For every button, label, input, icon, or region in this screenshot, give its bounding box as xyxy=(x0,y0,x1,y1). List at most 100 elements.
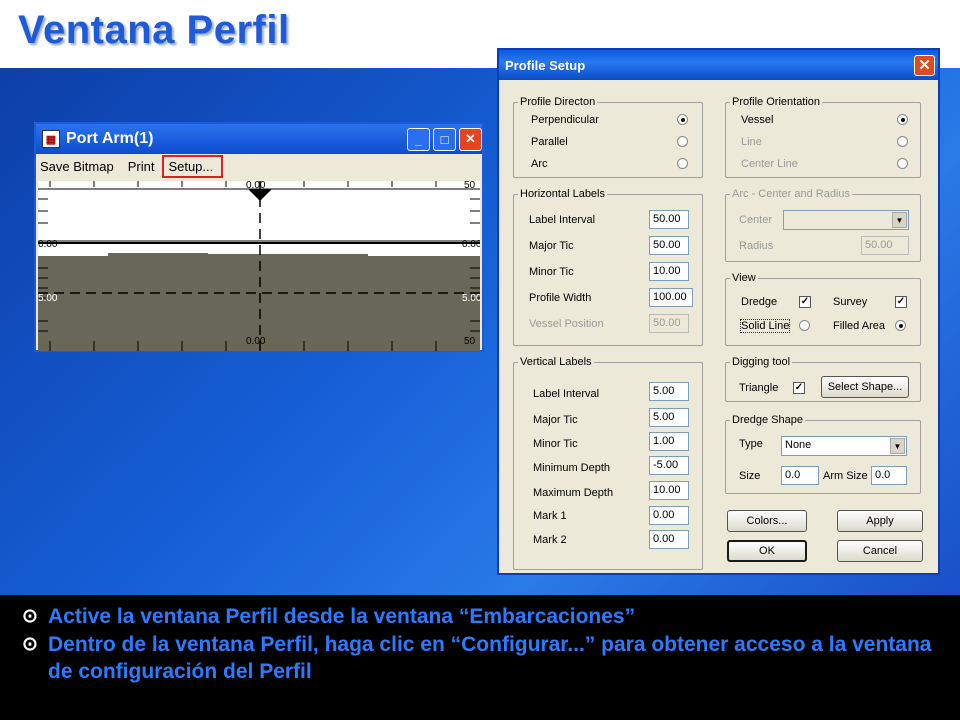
radio-arc[interactable] xyxy=(677,158,688,169)
h-major-tic-label: Major Tic xyxy=(529,240,574,252)
arm-size-input[interactable]: 0.0 xyxy=(871,466,907,485)
profile-plot: 0.00 50 0.00 5.00 0.00 5.00 0.00 50 xyxy=(38,181,480,351)
h-label-interval-input[interactable]: 50.00 xyxy=(649,210,689,229)
view-dredge-checkbox[interactable]: ✓ xyxy=(799,296,811,308)
minimum-depth-input[interactable]: -5.00 xyxy=(649,456,689,475)
bullet-icon: ⊙ xyxy=(22,634,38,655)
mark-2-label: Mark 2 xyxy=(533,534,567,546)
h-minor-tic-input[interactable]: 10.00 xyxy=(649,262,689,281)
maximum-depth-input[interactable]: 10.00 xyxy=(649,481,689,500)
view-group: View xyxy=(725,272,921,346)
group-legend: Profile Directon xyxy=(520,96,596,108)
colors-button[interactable]: Colors... xyxy=(727,510,807,532)
v-major-tic-label: Major Tic xyxy=(533,414,578,426)
radio-perpendicular[interactable] xyxy=(677,114,688,125)
view-filled-area-radio[interactable] xyxy=(895,320,906,331)
ok-button[interactable]: OK xyxy=(727,540,807,562)
profile-setup-dialog: Profile Setup ✕ Profile Directon Perpend… xyxy=(497,48,940,575)
triangle-label: Triangle xyxy=(739,382,779,394)
vessel-position-label: Vessel Position xyxy=(529,318,604,330)
dredge-type-select[interactable]: None ▼ xyxy=(781,436,907,456)
h-major-tic-input[interactable]: 50.00 xyxy=(649,236,689,255)
tick-right-lower: 5.00 xyxy=(462,293,480,304)
group-legend: Dredge Shape xyxy=(732,414,803,426)
option-arc: Arc xyxy=(531,158,548,170)
arc-center-select[interactable]: ▼ xyxy=(783,210,909,230)
app-icon: ▦ xyxy=(42,130,60,148)
radio-center-line[interactable] xyxy=(897,158,908,169)
menu-save-bitmap[interactable]: Save Bitmap xyxy=(40,159,114,174)
tick-top-center: 0.00 xyxy=(246,181,266,191)
v-minor-tic-label: Minor Tic xyxy=(533,438,578,450)
option-line: Line xyxy=(741,136,762,148)
bullet-text: Active la ventana Perfil desde la ventan… xyxy=(48,605,636,628)
triangle-checkbox[interactable]: ✓ xyxy=(793,382,805,394)
bullet-item: ⊙ Active la ventana Perfil desde la vent… xyxy=(22,603,960,630)
menu-print[interactable]: Print xyxy=(128,159,155,174)
dredge-type-value: None xyxy=(785,439,812,451)
close-icon[interactable]: ✕ xyxy=(914,54,935,76)
arc-center-label: Center xyxy=(739,214,773,226)
profile-setup-titlebar[interactable]: Profile Setup ✕ xyxy=(499,50,938,80)
profile-setup-title: Profile Setup xyxy=(505,57,586,73)
h-minor-tic-label: Minor Tic xyxy=(529,266,574,278)
view-dredge-label: Dredge xyxy=(741,296,778,308)
bullet-icon: ⊙ xyxy=(22,606,38,627)
h-label-interval-label: Label Interval xyxy=(529,214,596,226)
group-legend: Vertical Labels xyxy=(520,356,592,368)
v-label-interval-input[interactable]: 5.00 xyxy=(649,382,689,401)
option-perpendicular: Perpendicular xyxy=(531,114,599,126)
option-vessel: Vessel xyxy=(741,114,774,126)
tick-top-right: 50 xyxy=(464,181,476,191)
bullet-text: Dentro de la ventana Perfil, haga clic e… xyxy=(48,633,932,683)
tick-bottom-center: 0.00 xyxy=(246,336,266,347)
group-legend: Profile Orientation xyxy=(732,96,821,108)
arc-radius-input[interactable]: 50.00 xyxy=(861,236,909,255)
group-legend: View xyxy=(732,272,756,284)
option-center-line: Center Line xyxy=(741,158,798,170)
group-legend: Digging tool xyxy=(732,356,791,368)
radio-parallel[interactable] xyxy=(677,136,688,147)
view-solid-line-radio[interactable] xyxy=(799,320,810,331)
v-minor-tic-input[interactable]: 1.00 xyxy=(649,432,689,451)
option-parallel: Parallel xyxy=(531,136,568,148)
slide-title: Ventana Perfil xyxy=(18,8,290,52)
minimize-icon[interactable]: _ xyxy=(407,127,430,151)
group-legend: Arc - Center and Radius xyxy=(732,188,850,200)
view-survey-label: Survey xyxy=(833,296,868,308)
port-arm-window: ▦ Port Arm(1) _ □ ✕ Save Bitmap Print Se… xyxy=(34,122,484,352)
notes-bar: ⊙ Active la ventana Perfil desde la vent… xyxy=(0,595,960,720)
tick-left-upper: 0.00 xyxy=(38,239,58,250)
arc-radius-label: Radius xyxy=(739,240,774,252)
view-solid-line-label: Solid Line xyxy=(739,319,791,333)
select-shape-button[interactable]: Select Shape... xyxy=(821,376,909,398)
menu-setup[interactable]: Setup... xyxy=(162,154,224,178)
port-arm-menubar: Save Bitmap Print Setup... xyxy=(36,154,482,178)
close-icon[interactable]: ✕ xyxy=(459,127,482,151)
radio-line[interactable] xyxy=(897,136,908,147)
dredge-size-label: Size xyxy=(739,470,761,482)
group-legend: Horizontal Labels xyxy=(520,188,605,200)
apply-button[interactable]: Apply xyxy=(837,510,923,532)
cancel-button[interactable]: Cancel xyxy=(837,540,923,562)
v-major-tic-input[interactable]: 5.00 xyxy=(649,408,689,427)
dredge-size-input[interactable]: 0.0 xyxy=(781,466,819,485)
vessel-position-input[interactable]: 50.00 xyxy=(649,314,689,333)
chevron-down-icon: ▼ xyxy=(890,438,905,454)
mark-2-input[interactable]: 0.00 xyxy=(649,530,689,549)
bullet-item: ⊙ Dentro de la ventana Perfil, haga clic… xyxy=(22,631,960,685)
view-survey-checkbox[interactable]: ✓ xyxy=(895,296,907,308)
dredge-type-label: Type xyxy=(739,438,763,450)
profile-width-label: Profile Width xyxy=(529,292,592,304)
maximum-depth-label: Maximum Depth xyxy=(533,487,614,499)
port-arm-titlebar[interactable]: ▦ Port Arm(1) _ □ ✕ xyxy=(36,124,482,154)
profile-width-input[interactable]: 100.00 xyxy=(649,288,693,307)
arm-size-label: Arm Size xyxy=(823,470,868,482)
maximize-icon[interactable]: □ xyxy=(433,127,456,151)
tick-left-lower: 5.00 xyxy=(38,293,58,304)
mark-1-input[interactable]: 0.00 xyxy=(649,506,689,525)
v-label-interval-label: Label Interval xyxy=(533,388,600,400)
tick-bottom-right: 50 xyxy=(464,336,476,347)
minimum-depth-label: Minimum Depth xyxy=(533,462,611,474)
radio-vessel[interactable] xyxy=(897,114,908,125)
